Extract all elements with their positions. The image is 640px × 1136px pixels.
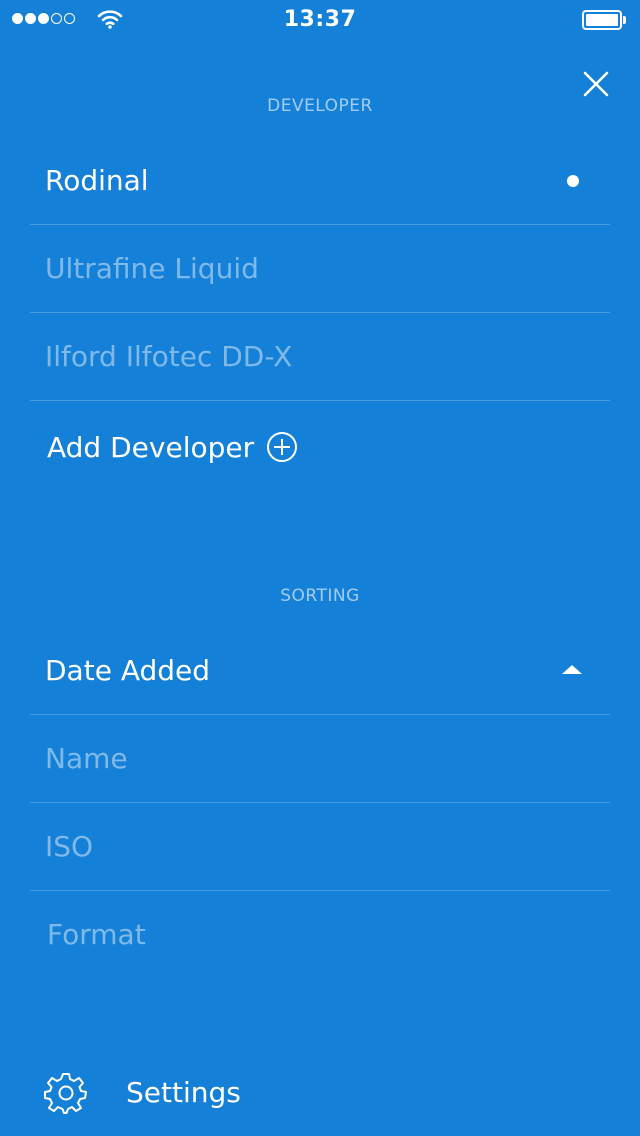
add-developer-button[interactable]: Add Developer — [47, 418, 298, 476]
sort-item-label: Name — [45, 742, 128, 775]
sort-item-date-added[interactable]: Date Added — [30, 627, 610, 715]
battery-icon — [582, 10, 628, 30]
sort-item-label: ISO — [45, 830, 94, 863]
gear-icon — [44, 1073, 87, 1114]
sort-item-iso[interactable]: ISO — [30, 803, 610, 891]
sort-item-label: Date Added — [45, 654, 211, 687]
developer-item-rodinal[interactable]: Rodinal — [30, 137, 610, 225]
settings-label: Settings — [126, 1075, 241, 1109]
sort-item-name[interactable]: Name — [30, 715, 610, 803]
developer-heading: DEVELOPER — [267, 96, 373, 116]
selected-indicator-icon — [567, 175, 579, 187]
sort-item-format[interactable]: Format — [30, 891, 610, 979]
add-developer-label: Add Developer — [47, 430, 255, 464]
developer-item-ultrafine-liquid[interactable]: Ultrafine Liquid — [30, 225, 610, 313]
developer-item-label: Rodinal — [45, 164, 149, 197]
sort-ascending-icon — [562, 665, 582, 674]
sorting-heading: SORTING — [280, 586, 360, 606]
developer-item-ilford-ilfotec[interactable]: Ilford Ilfotec DD-X — [30, 313, 610, 401]
status-bar: 13:37 — [0, 0, 640, 40]
sort-item-label: Format — [47, 918, 146, 951]
status-time: 13:37 — [283, 7, 357, 32]
developer-item-label: Ultrafine Liquid — [45, 252, 259, 285]
plus-circle-icon — [267, 432, 298, 462]
settings-button[interactable]: Settings — [44, 1062, 241, 1122]
developer-item-label: Ilford Ilfotec DD-X — [45, 340, 293, 373]
